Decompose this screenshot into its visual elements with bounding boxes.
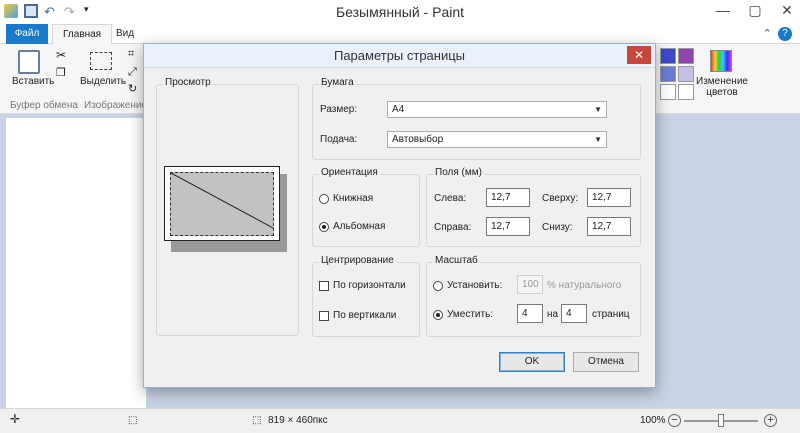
status-bar: ✛ ⬚ ⬚ 819 × 460пкс 100% − + bbox=[0, 408, 800, 433]
scale-adjust-suffix: % натурального bbox=[547, 280, 622, 291]
paper-source-select[interactable]: Автовыбор ▼ bbox=[387, 131, 607, 148]
tab-view[interactable]: Вид bbox=[106, 24, 144, 44]
edit-colors-line1: Изменение bbox=[696, 76, 748, 87]
palette-swatch[interactable] bbox=[660, 66, 676, 82]
help-icon[interactable]: ? bbox=[778, 27, 792, 41]
fit-mid-label: на bbox=[547, 309, 559, 320]
margin-top-label: Сверху: bbox=[542, 193, 579, 204]
palette-swatch[interactable] bbox=[678, 48, 694, 64]
drawing-canvas[interactable] bbox=[6, 118, 146, 408]
palette-swatch[interactable] bbox=[678, 66, 694, 82]
margin-left-input[interactable]: 12,7 bbox=[486, 188, 530, 207]
scale-adjust-radio[interactable] bbox=[433, 281, 443, 291]
margin-top-input[interactable]: 12,7 bbox=[587, 188, 631, 207]
palette-swatch[interactable] bbox=[660, 48, 676, 64]
paper-source-value: Автовыбор bbox=[392, 134, 444, 145]
maximize-icon[interactable]: ▢ bbox=[748, 2, 762, 19]
palette-swatch[interactable] bbox=[678, 84, 694, 100]
scale-group: Масштаб bbox=[426, 255, 641, 337]
image-size-icon: ⬚ bbox=[252, 415, 262, 426]
margins-group: Поля (мм) bbox=[426, 167, 641, 247]
portrait-radio[interactable] bbox=[319, 194, 329, 204]
window-controls: — ▢ ✕ bbox=[716, 2, 794, 19]
portrait-label[interactable]: Книжная bbox=[333, 193, 373, 204]
landscape-radio[interactable] bbox=[319, 222, 329, 232]
palette-swatch[interactable] bbox=[660, 84, 676, 100]
edit-colors-button[interactable]: Изменение цветов bbox=[696, 76, 748, 98]
group-image-label: Изображение bbox=[84, 100, 147, 111]
scale-group-label: Масштаб bbox=[433, 255, 480, 266]
paper-source-label: Подача: bbox=[320, 134, 358, 145]
center-horizontal-label[interactable]: По горизонтали bbox=[333, 280, 406, 291]
window-title: Безымянный - Paint bbox=[335, 4, 465, 20]
fit-suffix-label: страниц bbox=[592, 309, 630, 320]
title-bar: ↶ ↷ ▾ Безымянный - Paint — ▢ ✕ bbox=[0, 0, 800, 24]
paper-size-select[interactable]: A4 ▼ bbox=[387, 101, 607, 118]
copy-icon[interactable]: ❐ bbox=[56, 66, 66, 79]
edit-colors-icon[interactable] bbox=[710, 50, 732, 72]
color-palette bbox=[660, 48, 694, 100]
preview-label: Просмотр bbox=[163, 77, 213, 88]
tab-file[interactable]: Файл bbox=[6, 24, 48, 44]
center-horizontal-checkbox[interactable] bbox=[319, 281, 329, 291]
selection-size-icon: ⬚ bbox=[128, 415, 138, 426]
dialog-title: Параметры страницы bbox=[144, 44, 655, 68]
dialog-close-button[interactable]: ✕ bbox=[627, 46, 651, 64]
zoom-in-icon[interactable]: + bbox=[764, 414, 777, 427]
centering-group-label: Центрирование bbox=[319, 255, 396, 266]
select-icon[interactable] bbox=[90, 52, 112, 70]
zoom-out-icon[interactable]: − bbox=[668, 414, 681, 427]
center-vertical-label[interactable]: По вертикали bbox=[333, 310, 396, 321]
image-size-text: 819 × 460пкс bbox=[268, 415, 328, 426]
margins-group-label: Поля (мм) bbox=[433, 167, 484, 178]
landscape-label[interactable]: Альбомная bbox=[333, 221, 385, 232]
fit-height-input[interactable]: 4 bbox=[561, 304, 587, 323]
ribbon-tabs: Файл Главная Вид ⌃ ? bbox=[0, 24, 800, 45]
edit-colors-line2: цветов bbox=[706, 87, 738, 98]
chevron-down-icon: ▼ bbox=[594, 105, 602, 114]
scale-fit-radio[interactable] bbox=[433, 310, 443, 320]
margin-left-label: Слева: bbox=[434, 193, 467, 204]
margin-right-label: Справа: bbox=[434, 222, 472, 233]
paper-size-value: A4 bbox=[392, 104, 405, 115]
group-clipboard-label: Буфер обмена bbox=[10, 100, 78, 111]
page-setup-dialog: Параметры страницы ✕ Просмотр Бумага Раз… bbox=[143, 43, 656, 388]
chevron-down-icon: ▼ bbox=[594, 135, 602, 144]
margin-bottom-input[interactable]: 12,7 bbox=[587, 217, 631, 236]
orientation-group-label: Ориентация bbox=[319, 167, 380, 178]
rotate-icon[interactable]: ↻ bbox=[128, 82, 137, 95]
centering-group: Центрирование bbox=[312, 255, 420, 337]
margin-bottom-label: Снизу: bbox=[542, 222, 573, 233]
paper-group: Бумага bbox=[312, 77, 641, 160]
cancel-button[interactable]: Отмена bbox=[573, 352, 639, 372]
cut-icon[interactable]: ✂ bbox=[56, 48, 66, 62]
crop-icon[interactable]: ⌗ bbox=[128, 48, 134, 61]
preview-printable-area bbox=[170, 172, 274, 236]
paste-button[interactable]: Вставить bbox=[12, 76, 54, 87]
preview-page bbox=[164, 166, 280, 241]
select-button[interactable]: Выделить bbox=[80, 76, 126, 87]
close-window-icon[interactable]: ✕ bbox=[780, 2, 794, 19]
minimize-icon[interactable]: — bbox=[716, 2, 730, 19]
orientation-group: Ориентация bbox=[312, 167, 420, 247]
paste-icon[interactable] bbox=[18, 50, 40, 74]
scale-adjust-label[interactable]: Установить: bbox=[447, 280, 502, 291]
fit-width-input[interactable]: 4 bbox=[517, 304, 543, 323]
zoom-slider-thumb[interactable] bbox=[718, 414, 724, 427]
resize-icon[interactable]: ⤢ bbox=[128, 66, 137, 79]
paper-group-label: Бумага bbox=[319, 77, 356, 88]
tab-home[interactable]: Главная bbox=[52, 24, 113, 45]
preview-diagonal-icon bbox=[171, 173, 273, 229]
scale-adjust-input[interactable]: 100 bbox=[517, 275, 543, 294]
collapse-ribbon-icon[interactable]: ⌃ bbox=[763, 27, 772, 40]
zoom-level: 100% bbox=[640, 415, 666, 426]
scale-fit-label[interactable]: Уместить: bbox=[447, 309, 493, 320]
cursor-position-icon: ✛ bbox=[10, 412, 21, 426]
paper-size-label: Размер: bbox=[320, 104, 358, 115]
ok-button[interactable]: OK bbox=[499, 352, 565, 372]
margin-right-input[interactable]: 12,7 bbox=[486, 217, 530, 236]
center-vertical-checkbox[interactable] bbox=[319, 311, 329, 321]
